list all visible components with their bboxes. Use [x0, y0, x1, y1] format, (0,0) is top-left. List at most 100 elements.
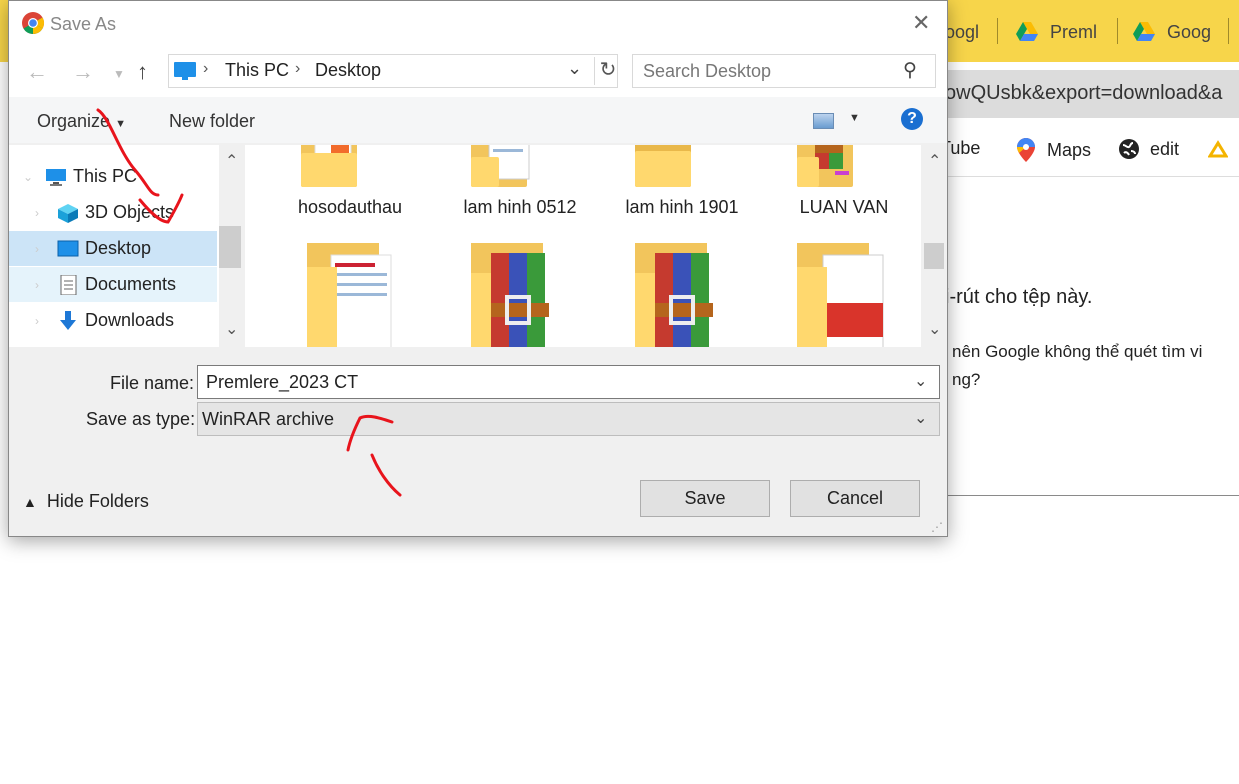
chevron-up-icon: ▲ — [23, 493, 37, 510]
chevron-right-icon: › — [35, 313, 39, 328]
nav-item-documents[interactable]: › Documents — [9, 267, 217, 302]
file-scroll-thumb[interactable] — [924, 243, 944, 269]
desktop-icon — [57, 240, 79, 256]
scroll-down-icon[interactable]: ⌄ — [928, 319, 941, 339]
new-folder-button[interactable]: New folder — [169, 111, 255, 132]
winrar-icon — [635, 243, 713, 347]
folder-icon — [301, 145, 357, 187]
resize-grip-icon[interactable]: ⋰ — [931, 520, 943, 534]
tab-label: Preml — [1050, 21, 1098, 42]
bookmark-label: edit — [1150, 138, 1180, 159]
close-icon[interactable]: ✕ — [912, 10, 930, 36]
save-type-value: WinRAR archive — [202, 409, 335, 429]
navigation-pane: ⌄ This PC › 3D Objects › Desktop › Docum… — [9, 145, 241, 347]
save-type-select[interactable]: WinRAR archive ⌄ — [197, 402, 940, 436]
view-options-icon[interactable] — [813, 113, 834, 129]
computer-icon — [174, 62, 196, 80]
chevron-down-icon: ⌄ — [23, 169, 34, 184]
chevron-right-icon: › — [35, 277, 39, 292]
search-placeholder: Search Desktop — [643, 61, 772, 81]
folder-item[interactable] — [797, 243, 897, 347]
globe-icon — [1119, 139, 1139, 159]
chevron-down-icon[interactable]: ⌄ — [914, 371, 927, 391]
dialog-titlebar — [9, 1, 947, 47]
bookmark-app-icon[interactable] — [1208, 140, 1228, 160]
hide-folders-toggle[interactable]: ▲ Hide Folders — [23, 491, 149, 512]
scroll-up-icon[interactable]: ⌃ — [928, 151, 941, 171]
tab-label: Goog — [1167, 21, 1212, 42]
hide-folders-label: Hide Folders — [46, 491, 149, 511]
file-name-value: Premlere_2023 CT — [206, 372, 359, 392]
chevron-down-icon[interactable]: ⌄ — [914, 408, 927, 428]
file-list-pane: hosodauthau lam hinh 0512 lam hinh 1901 … — [245, 145, 921, 347]
page-message: i-rút cho tệp này. — [945, 286, 1093, 308]
recent-locations-chevron-icon[interactable]: ▼ — [113, 67, 125, 81]
folder-icon — [471, 145, 530, 187]
file-name-label: hosodauthau — [297, 197, 403, 217]
cube-icon — [58, 203, 78, 223]
forward-arrow-icon[interactable]: → — [72, 59, 94, 85]
file-name-input[interactable]: Premlere_2023 CT ⌄ — [197, 365, 940, 399]
tab-label: oogl — [945, 21, 980, 42]
organize-label: Organize — [37, 111, 111, 131]
save-as-dialog: Save As ✕ ← → ▼ ↑ › This PC › Desktop ⌄ … — [8, 0, 948, 537]
google-drive-icon — [1133, 22, 1155, 41]
google-drive-icon — [1016, 22, 1038, 41]
folder-item[interactable] — [471, 145, 535, 192]
nav-label: Desktop — [85, 238, 152, 258]
chevron-right-icon: › — [203, 60, 209, 77]
folder-item[interactable] — [635, 145, 699, 192]
nav-item-downloads[interactable]: › Downloads — [9, 303, 217, 338]
address-breadcrumb[interactable]: › This PC › Desktop ⌄ ↻ — [168, 54, 618, 88]
folder-item[interactable] — [301, 243, 401, 347]
winrar-archive-item[interactable] — [471, 243, 571, 347]
winrar-icon — [797, 145, 853, 187]
search-icon: ⚲ — [903, 60, 917, 81]
file-name-label: lam hinh 0512 — [463, 197, 577, 217]
caret-down-icon: ▼ — [115, 118, 126, 130]
save-button[interactable]: Save — [640, 480, 770, 517]
nav-item-this-pc[interactable]: ⌄ This PC — [9, 159, 217, 194]
tab-separator — [1117, 18, 1118, 44]
nav-scroll-thumb[interactable] — [219, 226, 241, 268]
chevron-down-icon[interactable]: ⌄ — [567, 58, 582, 79]
bookmark-label: Maps — [1047, 139, 1092, 160]
page-message-line: ng? — [952, 370, 981, 389]
file-name-label: LUAN VAN — [799, 197, 889, 217]
refresh-icon[interactable]: ↻ — [594, 57, 621, 85]
breadcrumb-this-pc[interactable]: This PC — [225, 60, 289, 81]
organize-button[interactable]: Organize ▼ — [37, 111, 126, 132]
scroll-down-icon[interactable]: ⌄ — [225, 319, 238, 339]
nav-item-desktop[interactable]: › Desktop — [9, 231, 217, 266]
downloads-icon — [60, 310, 76, 330]
winrar-archive-item[interactable] — [635, 243, 735, 347]
command-bar — [9, 97, 947, 143]
folder-item[interactable] — [797, 145, 861, 192]
browser-tab[interactable]: Goog — [1133, 14, 1211, 50]
browser-tab[interactable]: Preml — [1016, 14, 1097, 50]
folder-icon — [307, 243, 392, 347]
caret-down-icon[interactable]: ▼ — [849, 112, 860, 124]
breadcrumb-desktop[interactable]: Desktop — [315, 60, 381, 81]
save-type-field-label: Save as type: — [86, 409, 196, 429]
help-icon[interactable]: ? — [901, 108, 923, 130]
scroll-up-icon[interactable]: ⌃ — [225, 151, 238, 171]
browser-tab[interactable]: oogl — [945, 14, 979, 50]
url-text: owQUsbk&export=download&a — [945, 82, 1223, 104]
cancel-button[interactable]: Cancel — [790, 480, 920, 517]
bookmark-edit[interactable]: edit — [1118, 138, 1179, 160]
chevron-right-icon: › — [35, 241, 39, 256]
nav-label: Downloads — [85, 310, 175, 330]
nav-label: 3D Objects — [85, 202, 175, 222]
back-arrow-icon[interactable]: ← — [26, 59, 48, 85]
up-arrow-icon[interactable]: ↑ — [137, 59, 148, 85]
documents-icon — [60, 274, 77, 295]
tab-separator — [997, 18, 998, 44]
bookmark-maps[interactable]: Maps — [1017, 138, 1091, 162]
search-input[interactable]: Search Desktop ⚲ — [632, 54, 936, 88]
chevron-right-icon: › — [295, 60, 301, 77]
folder-item[interactable] — [301, 145, 365, 192]
chevron-right-icon: › — [35, 205, 39, 220]
nav-item-3d-objects[interactable]: › 3D Objects — [9, 195, 217, 230]
winrar-icon — [471, 243, 549, 347]
